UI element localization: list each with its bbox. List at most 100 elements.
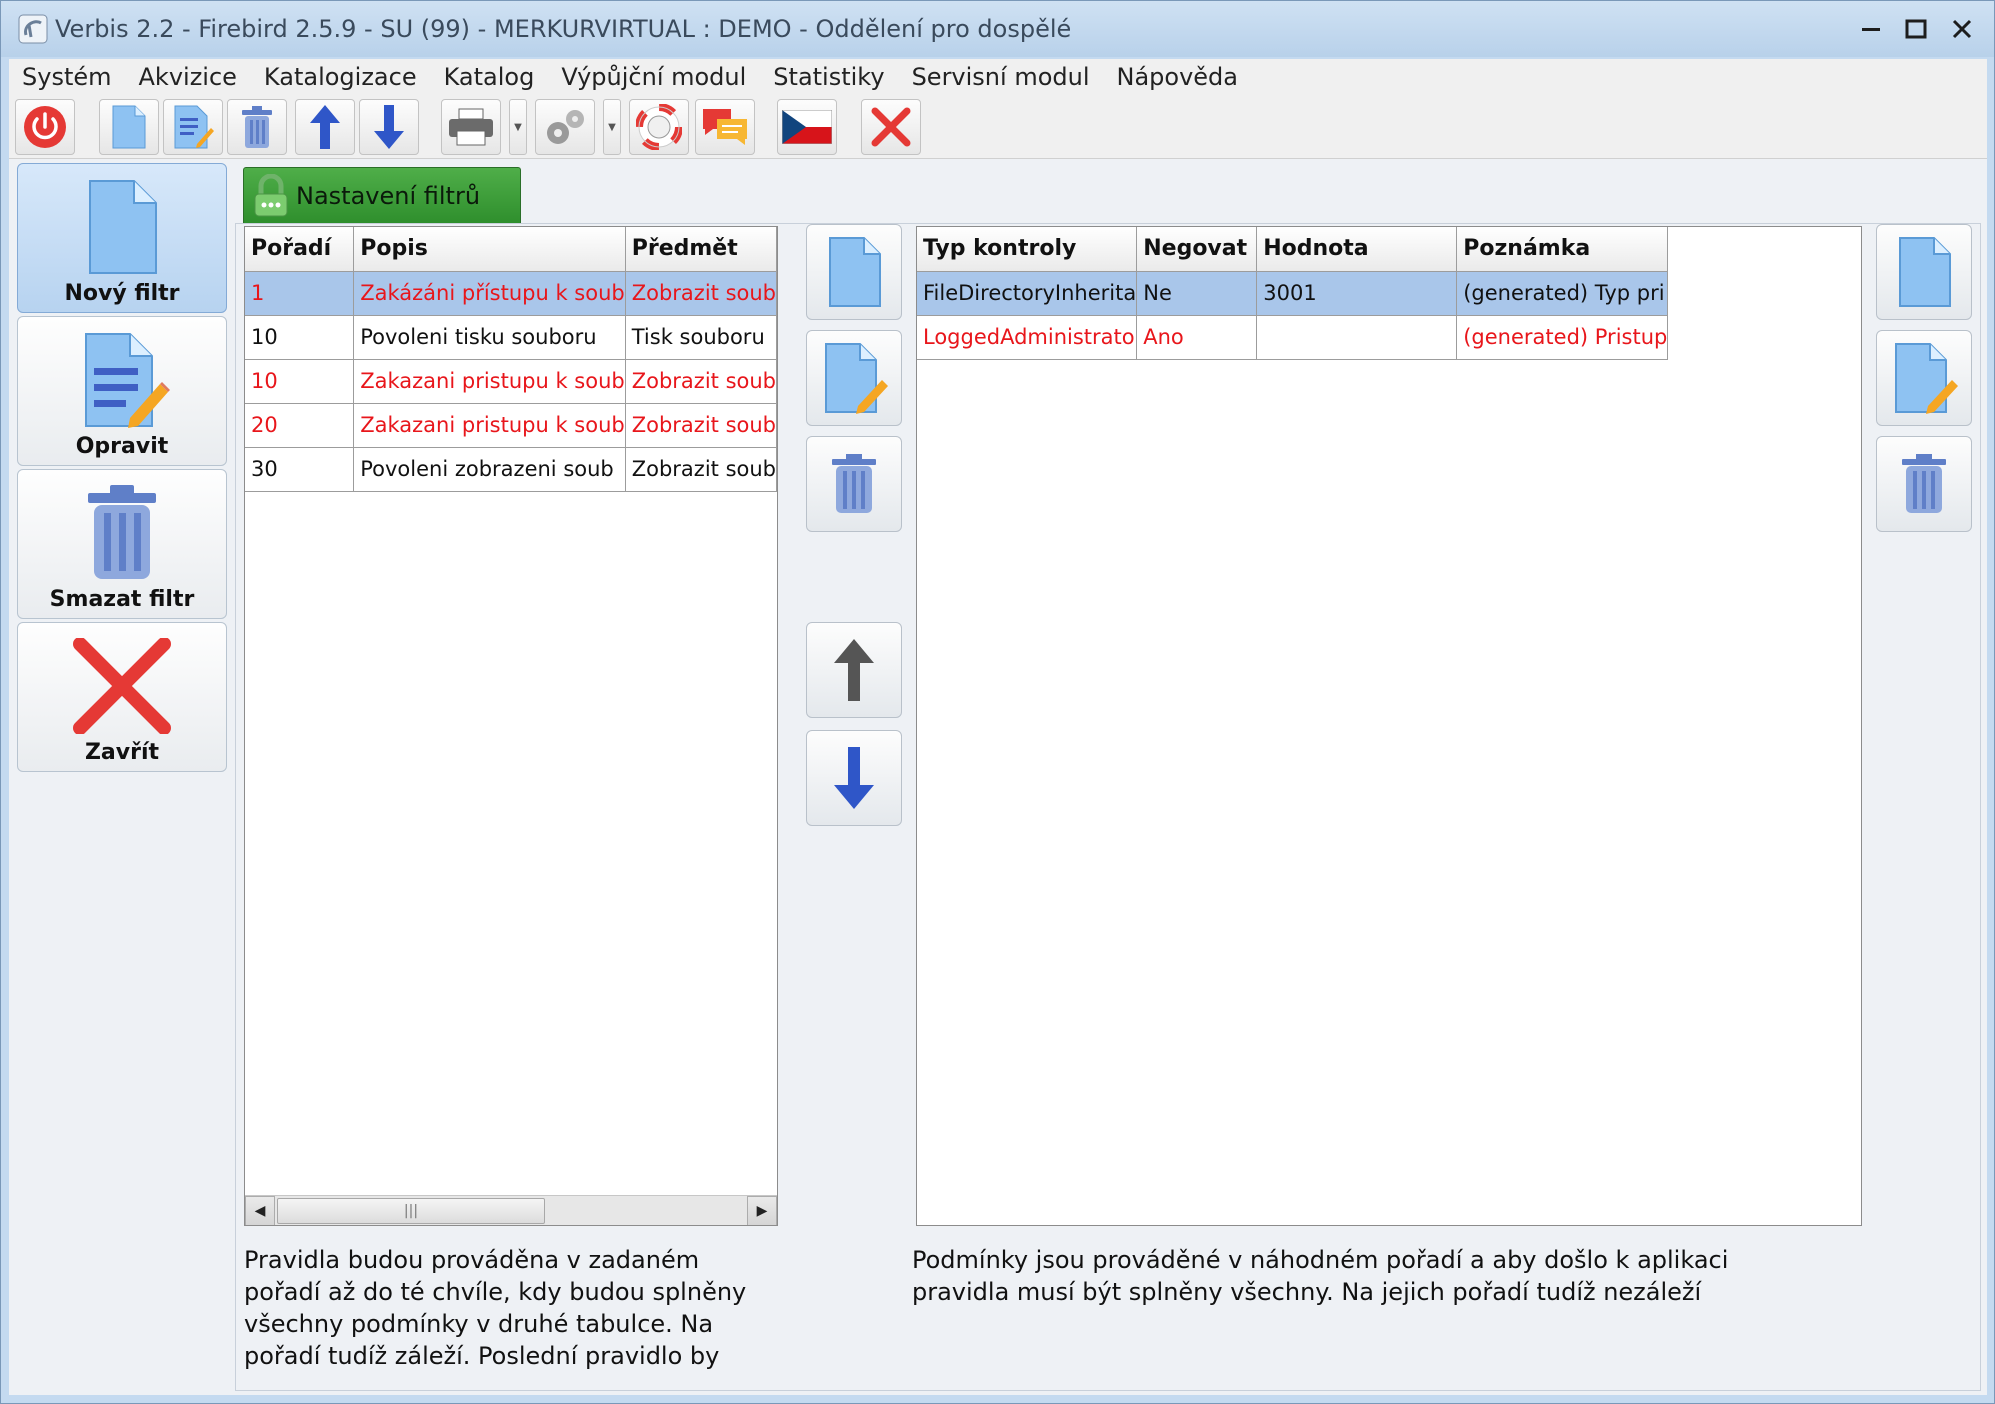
edit-filter-label: Opravit	[75, 434, 169, 459]
trash-icon	[1902, 454, 1946, 513]
scroll-grip: |||	[403, 1203, 419, 1219]
conditions-help-text: Podmínky jsou prováděné v náhodném pořad…	[912, 1244, 1872, 1308]
conditions-table: Typ kontroly Negovat Hodnota Poznámka Fi…	[916, 226, 1862, 1226]
app-window: Verbis 2.2 - Firebird 2.5.9 - SU (99) - …	[0, 0, 1995, 1404]
scrollbar-thumb[interactable]: |||	[277, 1198, 545, 1224]
cell-subject: Tisk souboru	[625, 315, 777, 360]
cell-subject: Zobrazit soub	[625, 447, 777, 492]
table-header-row: Pořadí Popis Předmět	[245, 227, 777, 272]
add-condition-button[interactable]	[1876, 224, 1972, 320]
settings-button[interactable]	[535, 99, 595, 155]
table-row[interactable]: 30 Povoleni zobrazeni soub Zobrazit soub	[245, 447, 777, 492]
move-up-toolbar-button[interactable]	[295, 99, 355, 155]
toolbar: ▼ ▼	[9, 95, 1987, 159]
edit-toolbar-button[interactable]	[163, 99, 223, 155]
cell-subject: Zobrazit soub	[625, 359, 777, 404]
app-logo-icon	[18, 14, 48, 44]
move-down-toolbar-button[interactable]	[359, 99, 419, 155]
cell-check-type: FileDirectoryInherita	[917, 271, 1138, 316]
menu-napoveda[interactable]: Nápověda	[1104, 63, 1253, 91]
cell-value	[1256, 315, 1458, 360]
cell-subject: Zobrazit soub	[625, 403, 777, 448]
table-row[interactable]: 20 Zakazani pristupu k soub Zobrazit sou…	[245, 403, 777, 448]
delete-toolbar-button[interactable]	[227, 99, 287, 155]
column-header-check-type[interactable]: Typ kontroly	[917, 227, 1138, 272]
column-header-negate[interactable]: Negovat	[1136, 227, 1258, 272]
table-row[interactable]: 10 Zakazani pristupu k soub Zobrazit sou…	[245, 359, 777, 404]
move-rule-up-button[interactable]	[806, 622, 902, 718]
edit-condition-button[interactable]	[1876, 330, 1972, 426]
table-row[interactable]: FileDirectoryInherita Ne 3001 (generated…	[917, 271, 1669, 316]
column-header-subject[interactable]: Předmět	[625, 227, 777, 272]
rules-help-line: pořadí tudíž záleží. Poslední pravidlo b…	[244, 1342, 720, 1370]
scroll-left-button[interactable]: ◀	[245, 1196, 275, 1225]
column-header-value[interactable]: Hodnota	[1256, 227, 1458, 272]
settings-dropdown[interactable]: ▼	[603, 99, 621, 155]
language-button[interactable]	[777, 99, 837, 155]
cell-description: Povoleni zobrazeni soub	[353, 447, 626, 492]
cell-description: Zakazani pristupu k soub	[353, 403, 626, 448]
delete-filter-label: Smazat filtr	[49, 587, 195, 612]
close-toolbar-button[interactable]	[861, 99, 921, 155]
menu-akvizice[interactable]: Akvizice	[126, 63, 251, 91]
tab-label: Nastavení filtrů	[296, 181, 481, 210]
cell-order: 10	[245, 315, 355, 360]
horizontal-scrollbar[interactable]: ◀ ||| ▶	[245, 1195, 777, 1225]
table-row[interactable]: 1 Zakázáni přístupu k soub Zobrazit soub	[245, 271, 777, 316]
cell-negate: Ano	[1136, 315, 1258, 360]
menu-servisni-modul[interactable]: Servisní modul	[899, 63, 1104, 91]
table-row[interactable]: LoggedAdministrato Ano (generated) Prist…	[917, 315, 1669, 360]
menu-system[interactable]: Systém	[9, 63, 126, 91]
table-row[interactable]: 10 Povoleni tisku souboru Tisk souboru	[245, 315, 777, 360]
close-icon	[1952, 19, 1972, 39]
cell-note: (generated) Typ pri	[1456, 271, 1669, 316]
title-bar: Verbis 2.2 - Firebird 2.5.9 - SU (99) - …	[1, 1, 1994, 57]
cell-value: 3001	[1256, 271, 1458, 316]
delete-condition-button[interactable]	[1876, 436, 1972, 532]
close-button[interactable]: Zavřít	[17, 622, 227, 772]
maximize-button[interactable]	[1898, 11, 1934, 47]
edit-filter-button[interactable]: Opravit	[17, 316, 227, 466]
print-button[interactable]	[441, 99, 501, 155]
conditions-help-line: pravidla musí být splněny všechny. Na je…	[912, 1278, 1702, 1306]
menu-statistiky[interactable]: Statistiky	[760, 63, 898, 91]
menu-vypujcni-modul[interactable]: Výpůjční modul	[548, 63, 760, 91]
printer-icon	[449, 108, 493, 146]
rules-help-line: všechny podmínky v druhé tabulce. Na	[244, 1310, 714, 1338]
new-filter-button[interactable]: Nový filtr	[17, 163, 227, 313]
new-document-toolbar-button[interactable]	[99, 99, 159, 155]
scroll-right-button[interactable]: ▶	[747, 1196, 777, 1225]
lock-icon	[254, 173, 288, 216]
column-header-description[interactable]: Popis	[353, 227, 626, 272]
edit-rule-button[interactable]	[806, 330, 902, 426]
content-area: Nastavení filtrů Pořadí Popis Předmět 1 …	[235, 163, 1981, 1391]
power-button[interactable]	[15, 99, 75, 155]
print-dropdown[interactable]: ▼	[509, 99, 527, 155]
cell-negate: Ne	[1136, 271, 1258, 316]
cell-order: 1	[245, 271, 355, 316]
help-button[interactable]	[629, 99, 689, 155]
add-rule-button[interactable]	[806, 224, 902, 320]
arrow-up-icon	[310, 105, 340, 149]
column-header-order[interactable]: Pořadí	[245, 227, 355, 272]
minimize-icon	[1862, 28, 1880, 31]
new-document-icon	[1899, 237, 1951, 307]
minimize-button[interactable]	[1853, 11, 1889, 47]
rules-table: Pořadí Popis Předmět 1 Zakázáni přístupu…	[244, 226, 778, 1226]
tab-filter-settings[interactable]: Nastavení filtrů	[243, 167, 521, 223]
new-document-icon	[829, 237, 881, 307]
delete-filter-button[interactable]: Smazat filtr	[17, 469, 227, 619]
delete-rule-button[interactable]	[806, 436, 902, 532]
cell-description: Zakazani pristupu k soub	[353, 359, 626, 404]
window-title: Verbis 2.2 - Firebird 2.5.9 - SU (99) - …	[55, 15, 1072, 43]
column-header-note[interactable]: Poznámka	[1456, 227, 1669, 272]
menu-katalogizace[interactable]: Katalogizace	[251, 63, 431, 91]
new-document-icon	[112, 105, 146, 149]
arrow-down-icon	[374, 105, 404, 149]
table-header-row: Typ kontroly Negovat Hodnota Poznámka	[917, 227, 1669, 272]
chat-bubbles-icon	[703, 109, 747, 145]
messages-button[interactable]	[695, 99, 755, 155]
move-rule-down-button[interactable]	[806, 730, 902, 826]
close-window-button[interactable]	[1944, 11, 1980, 47]
menu-katalog[interactable]: Katalog	[431, 63, 549, 91]
